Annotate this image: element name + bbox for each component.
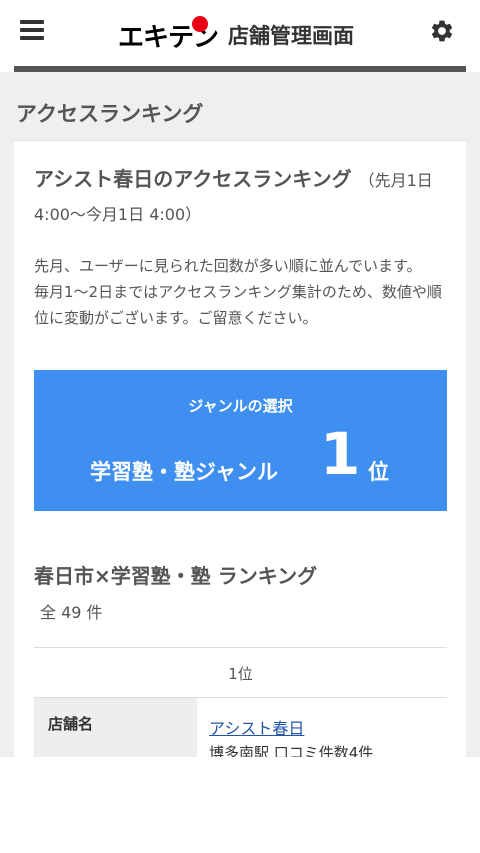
ranking-divider <box>34 647 447 648</box>
app-header: エキテン 店舗管理画面 <box>0 0 480 66</box>
hamburger-menu-icon[interactable] <box>20 20 44 41</box>
ranking-card: アシスト春日のアクセスランキング （先月1日 4:00〜今月1日 4:00） 先… <box>14 140 466 762</box>
genre-select-label: ジャンルの選択 <box>188 397 293 415</box>
ekiten-logo[interactable]: エキテン <box>118 16 219 53</box>
card-title: アシスト春日のアクセスランキング （先月1日 4:00〜今月1日 4:00） <box>34 163 454 231</box>
menu-bar-top <box>20 20 44 24</box>
menu-bar-bottom <box>20 36 44 40</box>
section-title: アクセスランキング <box>16 102 204 126</box>
row-header-store-name: 店舗名 <box>34 698 197 762</box>
ranking-description: 先月、ユーザーに見られた回数が多い順に並んでいます。 毎月1〜2日まではアクセス… <box>34 253 446 331</box>
store-name-link[interactable]: アシスト春日 <box>209 715 304 739</box>
bottom-blank-area <box>0 757 480 853</box>
genre-rank-number: 1 <box>320 420 361 488</box>
ranking-total-count: 全 49 件 <box>40 603 103 622</box>
genre-rank-unit: 位 <box>368 460 389 484</box>
ranking-position: 1位 <box>228 665 253 683</box>
table-row: 店舗名 アシスト春日 博多南駅 口コミ件数4件 <box>34 697 447 762</box>
card-title-text: アシスト春日のアクセスランキング <box>34 167 352 191</box>
gear-icon[interactable] <box>429 18 455 44</box>
description-line-1: 先月、ユーザーに見られた回数が多い順に並んでいます。 <box>34 257 422 275</box>
logo-red-dot <box>192 16 208 32</box>
description-line-2: 毎月1〜2日まではアクセスランキング集計のため、数値や順位に変動がございます。ご… <box>34 283 442 327</box>
menu-bar-middle <box>20 28 44 32</box>
city-ranking-title: 春日市×学習塾・塾 ランキング <box>34 564 318 588</box>
genre-name: 学習塾・塾ジャンル <box>90 460 278 484</box>
genre-select-button[interactable]: ジャンルの選択 学習塾・塾ジャンル 1 位 <box>34 370 447 511</box>
header-subtitle: 店舗管理画面 <box>228 24 354 48</box>
